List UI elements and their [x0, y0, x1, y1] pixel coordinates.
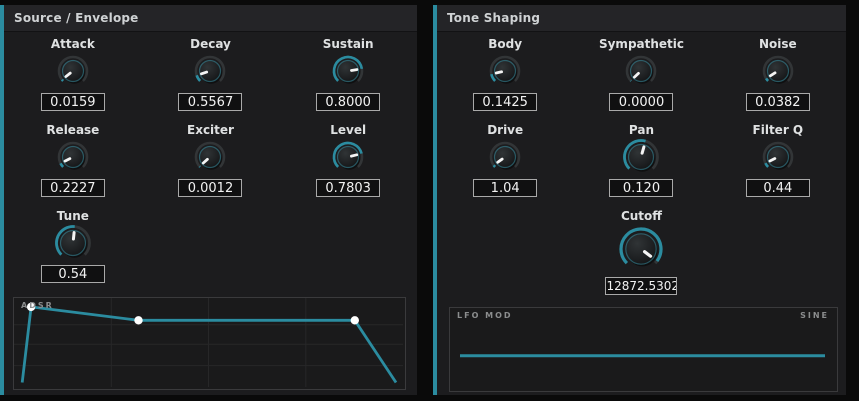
pan-knob[interactable]	[621, 140, 661, 174]
sympathetic-value-box[interactable]: 0.0000	[609, 93, 673, 111]
adsr-envelope-display[interactable]: ADSR	[13, 297, 406, 390]
sustain-label: Sustain	[323, 37, 374, 52]
sympathetic-label: Sympathetic	[599, 37, 684, 52]
drive-control: Drive 1.04	[437, 121, 573, 207]
panel-header: Tone Shaping	[437, 5, 846, 32]
noise-control: Noise 0.0382	[710, 35, 846, 121]
source-envelope-panel: Source / Envelope Attack 0.0159 Decay	[0, 5, 417, 395]
sustain-value-box[interactable]: 0.8000	[316, 93, 380, 111]
drive-label: Drive	[487, 123, 523, 138]
source-knob-grid: Attack 0.0159 Decay 0.5567	[4, 32, 417, 293]
level-control: Level 0.7803	[279, 121, 417, 207]
body-control: Body 0.1425	[437, 35, 573, 121]
release-value-box[interactable]: 0.2227	[41, 179, 105, 197]
attack-control: Attack 0.0159	[4, 35, 142, 121]
adsr-envelope-curve	[14, 298, 403, 387]
cutoff-knob[interactable]	[617, 226, 665, 272]
noise-value-box[interactable]: 0.0382	[746, 93, 810, 111]
filter-q-control: Filter Q 0.44	[710, 121, 846, 207]
adsr-display-label: ADSR	[21, 301, 54, 310]
tune-knob[interactable]	[53, 226, 93, 260]
level-label: Level	[330, 123, 366, 138]
attack-value-box[interactable]: 0.0159	[41, 93, 105, 111]
exciter-label: Exciter	[187, 123, 234, 138]
level-value-box[interactable]: 0.7803	[316, 179, 380, 197]
tone-knob-grid: Body 0.1425 Sympathetic 0.0000	[437, 32, 846, 307]
decay-control: Decay 0.5567	[142, 35, 280, 121]
tune-control: Tune 0.54	[4, 207, 142, 293]
noise-knob[interactable]	[761, 54, 795, 88]
tune-value-box[interactable]: 0.54	[41, 265, 105, 283]
attack-label: Attack	[51, 37, 95, 52]
pan-label: Pan	[629, 123, 654, 138]
lfo-mod-label: LFO MOD	[457, 311, 513, 320]
filter-q-knob[interactable]	[761, 140, 795, 174]
sustain-knob[interactable]	[331, 54, 365, 88]
lfo-wave-label[interactable]: SINE	[800, 311, 829, 320]
noise-label: Noise	[759, 37, 797, 52]
pan-value-box[interactable]: 0.120	[609, 179, 673, 197]
release-label: Release	[46, 123, 99, 138]
cutoff-value-box[interactable]: 12872.5302...	[605, 277, 677, 295]
cutoff-label: Cutoff	[621, 209, 662, 224]
sustain-control: Sustain 0.8000	[279, 35, 417, 121]
sympathetic-control: Sympathetic 0.0000	[573, 35, 709, 121]
filter-q-label: Filter Q	[753, 123, 804, 138]
level-knob[interactable]	[331, 140, 365, 174]
exciter-value-box[interactable]: 0.0012	[178, 179, 242, 197]
attack-knob[interactable]	[56, 54, 90, 88]
filter-q-value-box[interactable]: 0.44	[746, 179, 810, 197]
panel-header: Source / Envelope	[4, 5, 417, 32]
sympathetic-knob[interactable]	[624, 54, 658, 88]
cutoff-control: Cutoff 12872.5302...	[437, 207, 846, 307]
decay-value-box[interactable]: 0.5567	[178, 93, 242, 111]
exciter-knob[interactable]	[193, 140, 227, 174]
release-knob[interactable]	[56, 140, 90, 174]
lfo-waveform	[450, 308, 835, 389]
release-control: Release 0.2227	[4, 121, 142, 207]
body-label: Body	[488, 37, 522, 52]
body-knob[interactable]	[488, 54, 522, 88]
drive-value-box[interactable]: 1.04	[473, 179, 537, 197]
drive-knob[interactable]	[488, 140, 522, 174]
lfo-mod-display[interactable]: LFO MOD SINE	[449, 307, 838, 392]
tune-label: Tune	[57, 209, 89, 224]
body-value-box[interactable]: 0.1425	[473, 93, 537, 111]
decay-knob[interactable]	[193, 54, 227, 88]
decay-label: Decay	[190, 37, 231, 52]
tone-shaping-panel: Tone Shaping Body 0.1425 Sympathetic	[433, 5, 846, 395]
pan-control: Pan 0.120	[573, 121, 709, 207]
exciter-control: Exciter 0.0012	[142, 121, 280, 207]
